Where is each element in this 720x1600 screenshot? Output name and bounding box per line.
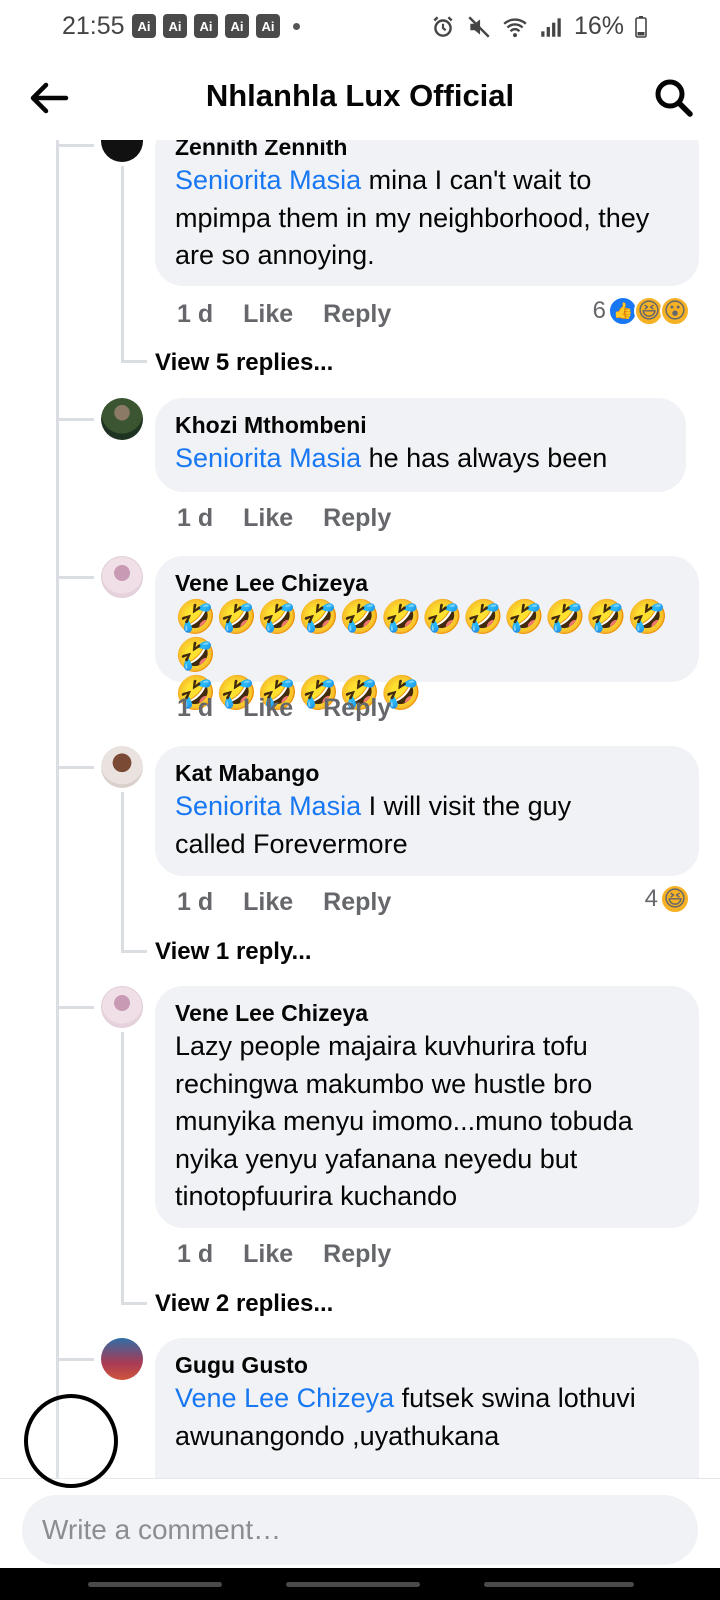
battery-icon (635, 15, 647, 38)
comment-time: 1 d (177, 1240, 214, 1268)
view-replies-link[interactable]: View 5 replies... (155, 349, 333, 377)
more-notifications-dot (293, 22, 300, 30)
ai-notification-icon: Ai (163, 14, 187, 38)
ai-notification-icon: Ai (132, 14, 156, 38)
avatar[interactable] (101, 556, 143, 598)
floating-circle-button[interactable] (24, 1394, 118, 1488)
page-title: Nhlanhla Lux Official (205, 78, 515, 113)
thread-line (56, 140, 59, 1478)
signal-icon (541, 17, 561, 37)
status-icons: 16% (430, 12, 648, 41)
reply-button[interactable]: Reply (323, 1240, 391, 1269)
comment-bubble[interactable]: Zennith Zennith Seniorita Masia mina I c… (155, 140, 699, 286)
comment-actions: 1 d Like Reply (177, 1240, 391, 1269)
comment-text: Seniorita Masia I will visit the guy cal… (175, 791, 572, 859)
comment-author[interactable]: Khozi Mthombeni (175, 410, 666, 440)
comment-author[interactable]: Zennith Zennith (175, 140, 679, 162)
comment-bubble[interactable]: Vene Lee Chizeya 🤣🤣🤣🤣🤣🤣🤣🤣🤣🤣🤣🤣🤣 🤣🤣🤣🤣🤣🤣 (155, 556, 699, 711)
reaction-summary[interactable]: 4 😆 (645, 884, 690, 914)
comment-bubble[interactable]: Khozi Mthombeni Seniorita Masia he has a… (155, 398, 686, 492)
mention-link[interactable]: Seniorita Masia (175, 443, 361, 473)
search-icon[interactable] (652, 76, 696, 120)
comment-time: 1 d (177, 504, 214, 532)
comment-bubble[interactable]: Gugu Gusto Vene Lee Chizeya futsek swina… (155, 1338, 699, 1478)
nav-recents-handle[interactable] (88, 1582, 222, 1587)
emoji-line: 🤣🤣🤣🤣🤣🤣🤣🤣🤣🤣🤣🤣🤣 (175, 598, 669, 673)
comment-bubble[interactable]: Kat Mabango Seniorita Masia I will visit… (155, 746, 699, 876)
thread-branch (56, 1006, 94, 1009)
reply-button[interactable]: Reply (323, 888, 391, 917)
alarm-icon (433, 15, 453, 37)
reply-button[interactable]: Reply (323, 694, 391, 723)
comment-text: Lazy people majaira kuvhurira tofu rechi… (175, 1031, 633, 1211)
thread-branch (56, 144, 94, 147)
wifi-icon (503, 17, 527, 37)
view-replies-link[interactable]: View 1 reply... (155, 938, 312, 966)
reply-thread-branch (121, 360, 147, 363)
reply-thread-branch (121, 950, 147, 953)
comment-time: 1 d (177, 300, 214, 328)
comment-text: Seniorita Masia mina I can't wait to mpi… (175, 165, 650, 270)
comment-actions: 1 d Like Reply (177, 504, 391, 533)
comments-list[interactable]: Zennith Zennith Seniorita Masia mina I c… (0, 140, 720, 1478)
ai-notification-icon: Ai (194, 14, 218, 38)
like-button[interactable]: Like (243, 694, 293, 723)
thread-branch (56, 576, 94, 579)
comment-actions: 1 d Like Reply (177, 300, 391, 329)
reply-thread-line (121, 166, 124, 362)
reaction-count: 4 (644, 885, 658, 912)
comment-actions: 1 d Like Reply (177, 694, 391, 723)
reply-thread-line (121, 1032, 124, 1304)
reaction-summary[interactable]: 6 👍 😆 😮 (593, 296, 690, 326)
reply-button[interactable]: Reply (323, 300, 391, 329)
battery-percent: 16% (573, 12, 624, 40)
reply-thread-branch (121, 1302, 147, 1305)
status-time: 21:55 (62, 12, 125, 40)
mute-icon (468, 15, 490, 38)
comment-time: 1 d (177, 888, 214, 916)
notification-icons: Ai Ai Ai Ai Ai (132, 14, 300, 38)
ai-notification-icon: Ai (256, 14, 280, 38)
comment-bubble[interactable]: Vene Lee Chizeya Lazy people majaira kuv… (155, 986, 699, 1228)
haha-reaction-icon: 😆 (660, 884, 690, 914)
comment-author[interactable]: Gugu Gusto (175, 1350, 679, 1380)
comment-input[interactable]: Write a comment… (22, 1495, 698, 1565)
reply-button[interactable]: Reply (323, 504, 391, 533)
comment-time: 1 d (177, 694, 214, 722)
thread-branch (56, 1358, 94, 1361)
like-button[interactable]: Like (243, 504, 293, 533)
like-button[interactable]: Like (243, 888, 293, 917)
like-button[interactable]: Like (243, 1240, 293, 1269)
avatar[interactable] (101, 140, 143, 162)
like-button[interactable]: Like (243, 300, 293, 329)
mention-link[interactable]: Seniorita Masia (175, 165, 361, 195)
mention-link[interactable]: Vene Lee Chizeya (175, 1383, 394, 1413)
nav-home-handle[interactable] (286, 1582, 420, 1587)
system-nav-bar (0, 1568, 720, 1600)
thread-branch (56, 418, 94, 421)
avatar[interactable] (101, 398, 143, 440)
thread-branch (56, 766, 94, 769)
reaction-count: 6 (592, 297, 606, 324)
app-header: Nhlanhla Lux Official (0, 56, 720, 140)
ai-notification-icon: Ai (225, 14, 249, 38)
status-bar: 21:55 Ai Ai Ai Ai Ai 16% (0, 0, 720, 56)
comment-author[interactable]: Kat Mabango (175, 758, 679, 788)
comment-text: Vene Lee Chizeya futsek swina lothuvi aw… (175, 1383, 636, 1451)
avatar[interactable] (101, 746, 143, 788)
reply-thread-line (121, 792, 124, 952)
comment-actions: 1 d Like Reply (177, 888, 391, 917)
comment-author[interactable]: Vene Lee Chizeya (175, 998, 679, 1028)
wow-reaction-icon: 😮 (660, 296, 690, 326)
avatar[interactable] (101, 986, 143, 1028)
view-replies-link[interactable]: View 2 replies... (155, 1290, 333, 1318)
comment-text: Seniorita Masia he has always been (175, 443, 608, 473)
mention-link[interactable]: Seniorita Masia (175, 791, 361, 821)
avatar[interactable] (101, 1338, 143, 1380)
comment-author[interactable]: Vene Lee Chizeya (175, 568, 679, 598)
nav-back-handle[interactable] (484, 1582, 634, 1587)
